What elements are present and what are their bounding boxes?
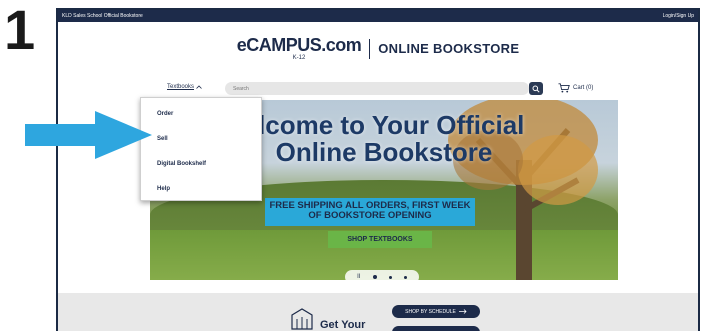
secondary-schedule-button[interactable] <box>392 326 480 331</box>
chevron-up-icon <box>196 85 202 89</box>
bottom-section: Get Your SHOP BY SCHEDULE <box>58 293 698 331</box>
pointer-arrow-icon <box>25 111 152 159</box>
logo-brand: eCAMPUS.com <box>236 35 362 55</box>
arrow-right-icon <box>458 309 467 314</box>
textbooks-dropdown-menu: Order Sell Digital Bookshelf Help <box>140 97 262 201</box>
carousel-dot[interactable] <box>388 275 392 279</box>
calendar-icon <box>291 308 313 330</box>
get-your-heading: Get Your <box>320 319 366 331</box>
carousel-dot[interactable] <box>372 275 377 279</box>
login-link[interactable]: Login/Sign Up <box>663 13 694 19</box>
menu-item-order[interactable]: Order <box>157 111 173 117</box>
logo-divider <box>369 38 371 59</box>
cart-link[interactable]: Cart (0) <box>558 83 593 93</box>
menu-item-sell[interactable]: Sell <box>157 136 168 142</box>
textbooks-label: Textbooks <box>167 84 195 90</box>
menu-item-help[interactable]: Help <box>157 186 170 192</box>
header-logo-row: eCAMPUS.com K-12 ONLINE BOOKSTORE <box>58 36 698 61</box>
step-number: 1 <box>4 0 36 61</box>
cart-icon <box>558 83 570 93</box>
logo-sub: K-12 <box>292 55 306 61</box>
ecampus-logo[interactable]: eCAMPUS.com K-12 <box>237 36 362 61</box>
shop-by-schedule-label: SHOP BY SCHEDULE <box>405 308 456 315</box>
shop-textbooks-button[interactable]: SHOP TEXTBOOKS <box>328 231 432 248</box>
store-title: ONLINE BOOKSTORE <box>378 41 520 56</box>
carousel-pause-button[interactable]: II <box>357 274 360 280</box>
search-icon <box>532 85 540 93</box>
shop-by-schedule-button[interactable]: SHOP BY SCHEDULE <box>392 305 480 318</box>
menu-item-digital-bookshelf[interactable]: Digital Bookshelf <box>157 161 206 167</box>
nav-row: Textbooks Search Cart (0) <box>58 80 698 98</box>
school-name: KLD Sales School Official Bookstore <box>62 13 143 19</box>
search-button[interactable] <box>529 82 543 95</box>
carousel-controls: II <box>345 270 419 280</box>
free-shipping-banner: FREE SHIPPING ALL ORDERS, FIRST WEEK OF … <box>265 198 475 226</box>
search-input[interactable]: Search <box>225 82 529 95</box>
textbooks-menu-button[interactable]: Textbooks <box>167 84 202 90</box>
cart-label: Cart (0) <box>573 85 594 91</box>
browser-screenshot-frame: KLD Sales School Official Bookstore Logi… <box>56 8 700 331</box>
top-bar: KLD Sales School Official Bookstore Logi… <box>58 10 698 22</box>
carousel-dot[interactable] <box>403 275 407 279</box>
search-placeholder: Search <box>233 85 249 92</box>
